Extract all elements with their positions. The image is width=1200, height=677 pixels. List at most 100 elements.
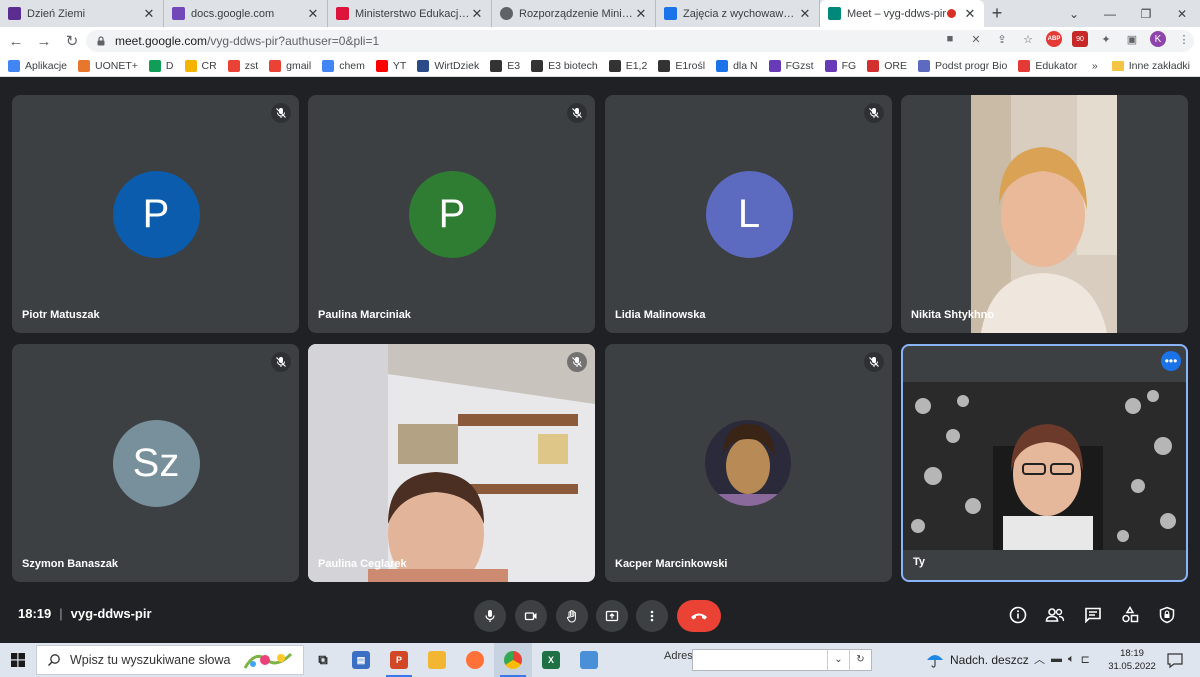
participant-tile[interactable]: P Piotr Matuszak — [12, 95, 299, 333]
raise-hand-button[interactable] — [556, 600, 588, 632]
taskbar-app-powerpoint[interactable]: P — [380, 643, 418, 677]
bookmarks-overflow: » Inne zakładki — [1092, 60, 1190, 72]
participant-tile[interactable]: L Lidia Malinowska — [605, 95, 892, 333]
notification-icon — [1167, 653, 1183, 669]
bookmark-item[interactable]: D — [148, 59, 174, 72]
more-options-icon[interactable]: ••• — [1161, 351, 1181, 371]
url-path: /vyg-ddws-pir?authuser=0&pli=1 — [207, 34, 380, 48]
zpe-icon — [490, 59, 503, 72]
activities-button[interactable] — [1119, 604, 1141, 626]
bookmarks-more-button[interactable]: » — [1092, 60, 1098, 72]
mic-icon — [485, 610, 495, 622]
other-bookmarks[interactable]: Inne zakładki — [1129, 60, 1190, 72]
bookmark-item[interactable]: E1,2 — [608, 59, 647, 72]
leave-call-button[interactable] — [677, 600, 721, 632]
bookmark-item[interactable]: YT — [375, 59, 406, 72]
bookmark-item[interactable]: Aplikacje — [8, 59, 67, 72]
tab-close-icon[interactable]: ✕ — [307, 6, 319, 22]
bookmark-item[interactable]: Edukator — [1018, 59, 1077, 72]
participant-tile[interactable]: Sz Szymon Banaszak — [12, 344, 299, 582]
bookmark-item[interactable]: E3 — [490, 59, 520, 72]
forward-icon[interactable]: → — [32, 29, 56, 53]
taskbar-app-paint[interactable] — [570, 643, 608, 677]
globe-icon — [500, 7, 513, 20]
reload-icon[interactable]: ↻ — [60, 29, 84, 53]
tab-docs[interactable]: docs.google.com ✕ — [164, 0, 328, 27]
refresh-icon[interactable]: ↻ — [849, 650, 871, 670]
tab-search-icon[interactable]: ⌄ — [1056, 0, 1092, 27]
taskbar-search[interactable]: Wpisz tu wyszukiwane słowa — [36, 645, 304, 675]
task-view-button[interactable]: ⧉ — [304, 643, 342, 677]
extension-badge-icon[interactable]: 90 — [1072, 31, 1088, 47]
new-tab-button[interactable]: + — [984, 0, 1010, 27]
chat-button[interactable] — [1082, 604, 1104, 626]
puzzle-icon[interactable]: ✦ — [1098, 31, 1114, 47]
bookmark-item[interactable]: CR — [184, 59, 217, 72]
bookmark-item[interactable]: chem — [322, 59, 365, 72]
adblock-icon[interactable]: ABP — [1046, 31, 1062, 47]
bookmark-item[interactable]: E3 biotech — [531, 59, 598, 72]
more-options-button[interactable] — [636, 600, 668, 632]
bookmark-item[interactable]: FGzst — [768, 59, 814, 72]
restore-icon[interactable]: ❐ — [1128, 0, 1164, 27]
bookmark-item[interactable]: WirtDziek — [417, 59, 480, 72]
network-icon[interactable]: ⊏ — [1081, 653, 1090, 666]
present-icon — [605, 610, 619, 622]
taskbar-app-edge[interactable]: ▤ — [342, 643, 380, 677]
share-icon[interactable]: ⇪ — [994, 31, 1010, 47]
dropdown-icon[interactable]: ⌄ — [827, 650, 849, 670]
camera-button[interactable] — [515, 600, 547, 632]
chevron-up-icon[interactable]: ︿ — [1034, 651, 1045, 667]
tab-close-icon[interactable]: ✕ — [471, 6, 483, 22]
tab-zajecia[interactable]: Zajęcia z wychowawcą 3C 2 ✕ — [656, 0, 820, 27]
profile-avatar[interactable]: K — [1150, 31, 1166, 47]
tab-rozporzadzenie[interactable]: Rozporządzenie Ministra Ed ✕ — [492, 0, 656, 27]
bookmark-item[interactable]: ORE — [867, 59, 907, 72]
bookmark-item[interactable]: FG — [824, 59, 856, 72]
bookmark-item[interactable]: zst — [227, 59, 258, 72]
self-tile[interactable]: ••• Ty — [901, 344, 1188, 582]
participant-tile[interactable]: Kacper Marcinkowski — [605, 344, 892, 582]
meeting-details-button[interactable] — [1007, 604, 1029, 626]
notification-center-button[interactable] — [1166, 651, 1184, 669]
reading-list-icon[interactable]: ▣ — [1124, 31, 1140, 47]
tab-dzien-ziemi[interactable]: Dzień Ziemi ✕ — [0, 0, 164, 27]
ore-icon — [867, 59, 880, 72]
participant-tile[interactable]: Nikita Shtykhno — [901, 95, 1188, 333]
bookmark-item[interactable]: gmail — [269, 59, 311, 72]
weather-widget[interactable]: Nadch. deszcz — [926, 652, 1029, 668]
tab-ministerstwo[interactable]: Ministerstwo Edukacji i Nauk ✕ — [328, 0, 492, 27]
volume-icon[interactable]: 🔈︎ — [1068, 653, 1075, 666]
tab-meet[interactable]: Meet – vyg-ddws-pir ✕ — [820, 0, 984, 27]
bookmark-label: WirtDziek — [434, 59, 480, 72]
taskbar-app-excel[interactable]: X — [532, 643, 570, 677]
participant-tile[interactable]: Paulina Ceglarek — [308, 344, 595, 582]
bookmark-star-icon[interactable]: ☆ — [1020, 31, 1036, 47]
host-controls-button[interactable] — [1156, 604, 1178, 626]
address-toolbar-input[interactable]: ⌄ ↻ — [692, 649, 872, 671]
bookmark-item[interactable]: E1rośl — [658, 59, 705, 72]
microphone-button[interactable] — [474, 600, 506, 632]
taskbar-app-explorer[interactable] — [418, 643, 456, 677]
tab-close-icon[interactable]: ✕ — [635, 6, 647, 22]
battery-icon[interactable]: ▬ — [1051, 653, 1062, 665]
tab-close-icon[interactable]: ✕ — [799, 6, 811, 22]
bookmark-item[interactable]: Podst progr Bio — [917, 59, 1007, 72]
tab-close-icon[interactable]: ✕ — [143, 6, 155, 22]
mic-off-icon[interactable]: ✕ — [968, 31, 984, 47]
close-window-icon[interactable]: ✕ — [1164, 0, 1200, 27]
taskbar-app-firefox[interactable] — [456, 643, 494, 677]
start-button[interactable] — [0, 643, 36, 677]
participant-tile[interactable]: P Paulina Marciniak — [308, 95, 595, 333]
bookmark-item[interactable]: UONET+ — [78, 59, 138, 72]
tab-close-icon[interactable]: ✕ — [964, 6, 976, 22]
camera-icon[interactable]: ■ — [942, 31, 958, 47]
bookmark-item[interactable]: dla N — [716, 59, 758, 72]
system-clock[interactable]: 18:19 31.05.2022 — [1108, 647, 1156, 673]
taskbar-app-chrome[interactable] — [494, 643, 532, 677]
present-screen-button[interactable] — [596, 600, 628, 632]
back-icon[interactable]: ← — [4, 29, 28, 53]
minimize-icon[interactable]: — — [1092, 0, 1128, 27]
more-vert-icon[interactable]: ⋮ — [1176, 31, 1192, 47]
people-button[interactable] — [1044, 604, 1066, 626]
